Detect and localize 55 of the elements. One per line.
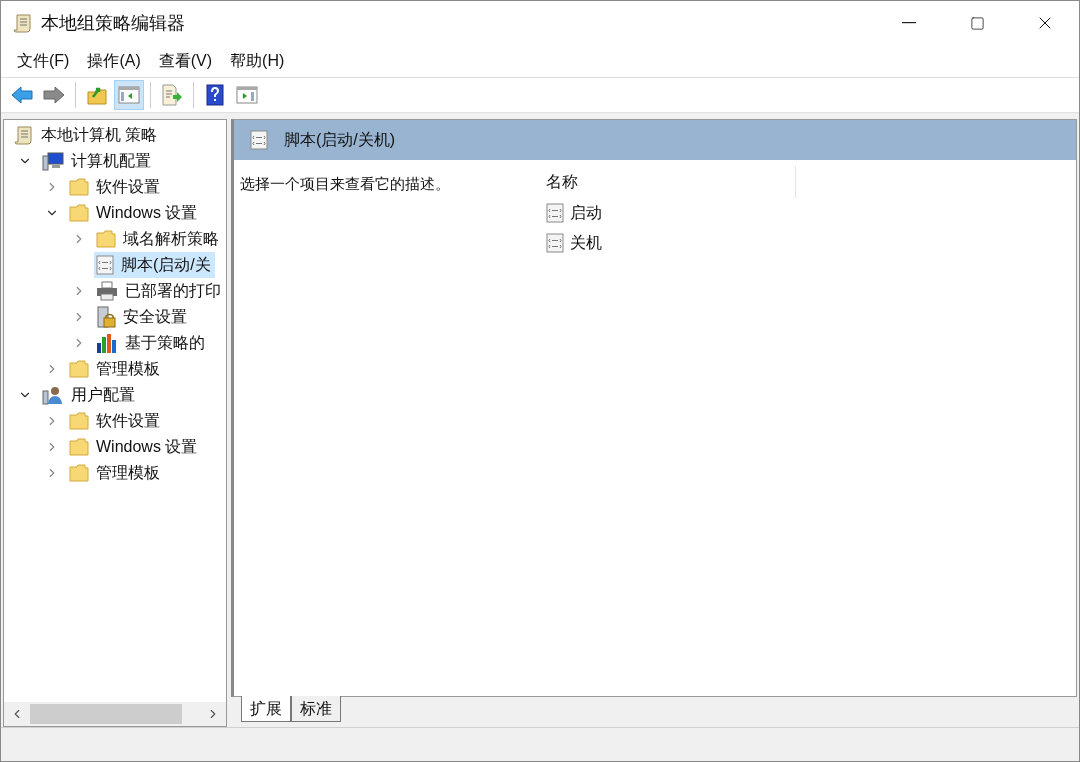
printer-icon — [96, 281, 118, 301]
tree-item[interactable]: 用户配置 — [40, 382, 139, 408]
horizontal-scrollbar[interactable] — [4, 702, 226, 726]
forward-arrow-icon — [43, 86, 65, 104]
folder-icon — [69, 464, 89, 482]
tree-item[interactable]: 软件设置 — [67, 174, 164, 200]
lock-server-icon — [96, 306, 116, 328]
folder-icon — [96, 230, 116, 248]
scroll-icon — [13, 13, 33, 33]
bar-chart-icon — [96, 333, 118, 353]
column-header[interactable]: 名称 — [546, 166, 796, 198]
scrollbar-thumb[interactable] — [30, 704, 182, 724]
menu-item[interactable]: 操作(A) — [79, 47, 149, 75]
folder-icon — [69, 412, 89, 430]
folder-icon — [69, 204, 89, 222]
list-item[interactable]: 关机 — [546, 228, 606, 258]
script-icon — [546, 233, 564, 253]
tree-item[interactable]: 计算机配置 — [40, 148, 155, 174]
minimize-icon — [902, 22, 916, 24]
tree-pane-icon — [118, 86, 140, 104]
tab[interactable]: 标准 — [291, 696, 341, 722]
export-list-icon — [161, 84, 183, 106]
description-text: 选择一个项目来查看它的描述。 — [240, 175, 450, 192]
tree-item[interactable]: 本地计算机 策略 — [12, 122, 162, 148]
tree-item[interactable]: 软件设置 — [67, 408, 164, 434]
pane-title: 脚本(启动/关机) — [284, 130, 396, 150]
user-icon — [42, 385, 64, 405]
tab[interactable]: 扩展 — [241, 696, 291, 722]
script-icon — [96, 255, 114, 275]
script-icon — [250, 130, 268, 150]
scroll-icon — [14, 125, 34, 145]
folder-up-icon — [87, 85, 107, 105]
folder-icon — [69, 360, 89, 378]
computer-icon — [42, 151, 64, 171]
tree-item[interactable]: 域名解析策略 — [94, 226, 223, 252]
script-icon — [546, 203, 564, 223]
tree-item[interactable]: Windows 设置 — [67, 434, 202, 460]
list-item[interactable]: 启动 — [546, 198, 606, 228]
action-pane-icon — [236, 86, 258, 104]
maximize-icon — [969, 15, 985, 31]
tree-item[interactable]: 已部署的打印 — [94, 278, 225, 304]
tree-item[interactable]: 管理模板 — [67, 356, 164, 382]
tree-item[interactable]: 安全设置 — [94, 304, 191, 330]
menu-item[interactable]: 查看(V) — [150, 47, 221, 75]
window-title: 本地组策略编辑器 — [41, 11, 186, 35]
tree-item[interactable]: 脚本(启动/关 — [94, 252, 215, 278]
folder-icon — [69, 438, 89, 456]
tree-item[interactable]: 基于策略的 — [94, 330, 209, 356]
menu-item[interactable]: 帮助(H) — [222, 47, 293, 75]
tree-item[interactable]: Windows 设置 — [67, 200, 202, 226]
back-arrow-icon — [11, 86, 33, 104]
menu-item[interactable]: 文件(F) — [9, 47, 78, 75]
help-icon — [206, 84, 224, 106]
folder-icon — [69, 178, 89, 196]
tree-item[interactable]: 管理模板 — [67, 460, 164, 486]
